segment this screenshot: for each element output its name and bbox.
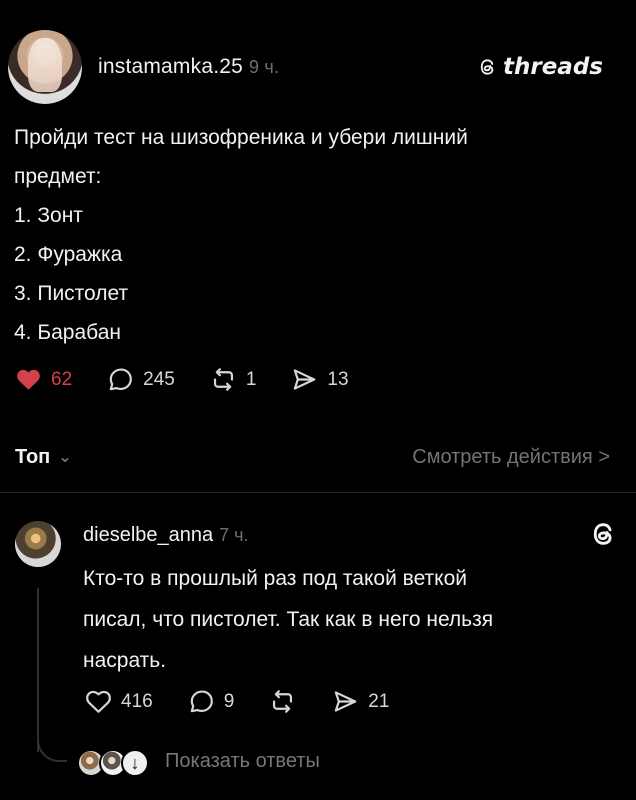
thread-line: [37, 588, 39, 752]
heart-icon: [86, 690, 111, 713]
post-body: Пройди тест на шизофреника и убери лишни…: [14, 118, 604, 352]
send-icon: [294, 369, 316, 390]
author-username[interactable]: instamamka.25: [98, 55, 243, 78]
comment-username[interactable]: dieselbe_anna: [83, 524, 213, 546]
post-time: 9 ч.: [249, 57, 280, 77]
comment-like-count: 416: [121, 690, 153, 712]
thread-curve: [37, 732, 67, 762]
comment-repost-button[interactable]: [268, 687, 297, 716]
comment-like-button[interactable]: 416: [84, 687, 153, 716]
author-name[interactable]: instamamka.25 9 ч.: [98, 55, 279, 79]
comment-body: Кто-то в прошлый раз под такой веткой пи…: [83, 558, 613, 681]
comment-line: Кто-то в прошлый раз под такой веткой: [83, 567, 468, 590]
comment-avatar[interactable]: [15, 521, 61, 567]
post-list-item: 3. Пистолет: [14, 282, 129, 305]
arrow-down-icon: ↓: [121, 749, 149, 777]
threads-icon: [593, 523, 612, 545]
sort-label: Топ: [15, 446, 51, 468]
threads-wordmark: threads: [503, 54, 603, 80]
repost-button[interactable]: 1: [209, 365, 257, 394]
post-list-item: 1. Зонт: [14, 204, 83, 227]
sort-selector[interactable]: Топ ⌄: [15, 446, 72, 469]
comment-count: 245: [143, 368, 175, 390]
repost-count: 1: [245, 368, 257, 390]
show-replies-label: Показать ответы: [165, 749, 320, 772]
divider: [0, 492, 636, 493]
comment-actions: 416 9 21: [84, 687, 389, 716]
author-avatar[interactable]: [8, 30, 82, 104]
share-button[interactable]: 13: [290, 365, 349, 394]
post-list-item: 4. Барабан: [14, 321, 121, 344]
send-icon: [335, 691, 357, 712]
show-replies-button[interactable]: ↓ Показать ответы: [77, 746, 320, 777]
threads-brand: threads: [478, 54, 603, 80]
comment-icon: [190, 690, 213, 713]
view-activity-link[interactable]: Смотреть действия >: [412, 446, 610, 469]
comment-author[interactable]: dieselbe_anna 7 ч.: [83, 524, 249, 547]
repost-icon: [213, 368, 233, 391]
repost-icon: [273, 690, 293, 713]
post-footer: Топ ⌄ Смотреть действия >: [15, 446, 625, 474]
post-actions: 62 245 1 13: [14, 365, 349, 394]
comment-reply-count: 9: [223, 690, 235, 712]
post-list-item: 2. Фуражка: [14, 243, 123, 266]
post-line: предмет:: [14, 165, 102, 188]
reply-avatars: ↓: [77, 746, 149, 777]
comment-line: писал, что пистолет. Так как в него нель…: [83, 608, 494, 631]
post-line: Пройди тест на шизофреника и убери лишни…: [14, 126, 468, 149]
comment-reply-button[interactable]: 9: [187, 687, 235, 716]
comment-icon: [109, 368, 132, 391]
comment-share-button[interactable]: 21: [331, 687, 389, 716]
post-header: instamamka.25 9 ч. threads: [8, 26, 618, 106]
comment-button[interactable]: 245: [106, 365, 175, 394]
share-count: 13: [327, 368, 349, 390]
like-button[interactable]: 62: [14, 365, 72, 394]
comment-line: насрать.: [83, 649, 167, 672]
heart-icon: [17, 369, 40, 390]
threads-icon: [480, 59, 494, 75]
comment-share-count: 21: [368, 690, 390, 712]
chevron-down-icon: ⌄: [58, 448, 72, 466]
comment-time: 7 ч.: [219, 525, 249, 545]
like-count: 62: [51, 368, 73, 390]
